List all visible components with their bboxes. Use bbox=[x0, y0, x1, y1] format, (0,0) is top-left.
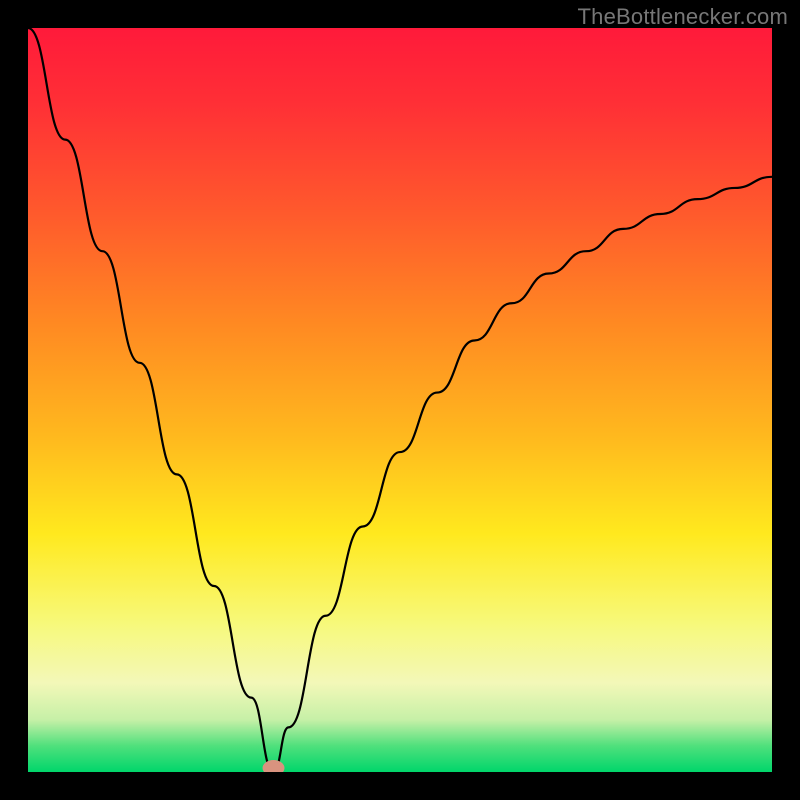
bottleneck-chart bbox=[28, 28, 772, 772]
gradient-background bbox=[28, 28, 772, 772]
attribution-label: TheBottlenecker.com bbox=[578, 4, 788, 30]
chart-frame bbox=[28, 28, 772, 772]
